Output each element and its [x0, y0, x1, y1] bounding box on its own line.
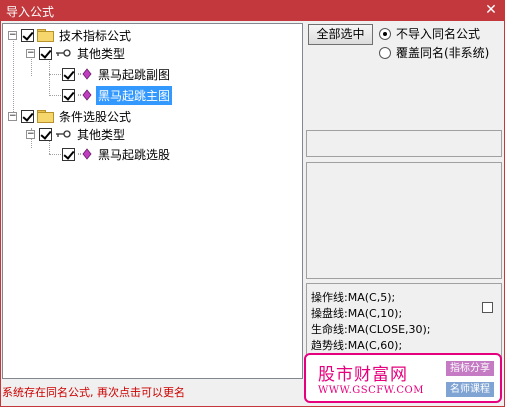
formula-gem-icon	[78, 68, 92, 80]
collapse-icon[interactable]: −	[8, 111, 17, 121]
watermark-tag: 指标分享	[446, 361, 494, 376]
tree-checkbox[interactable]	[62, 147, 75, 161]
tree-checkbox[interactable]	[39, 127, 52, 141]
tree-item-label: 其他类型	[77, 46, 126, 61]
tree-item-formula[interactable]: 黑马起跳选股	[62, 145, 172, 163]
tree-checkbox[interactable]	[21, 109, 34, 123]
tree-item-other-type[interactable]: − 其他类型	[26, 125, 127, 143]
tree-item-label: 其他类型	[77, 127, 126, 142]
radio-label: 不导入同名公式	[396, 27, 481, 41]
tree-item-label: 黑马起跳选股	[98, 147, 171, 162]
info-field	[306, 130, 502, 157]
radio-overwrite[interactable]: 覆盖同名(非系统)	[379, 44, 489, 61]
status-message: 系统存在同名公式, 再次点击可以更名	[2, 386, 185, 399]
tree-item-label: 黑马起跳副图	[98, 67, 171, 82]
tree-item-formula-selected[interactable]: 黑马起跳主图	[62, 85, 173, 105]
code-line: 生命线:MA(CLOSE,30);	[311, 323, 431, 336]
key-icon	[56, 130, 71, 138]
code-line: 操盘线:MA(C,10);	[311, 307, 403, 320]
tree-item-label: 条件选股公式	[59, 109, 132, 124]
tree-item-tech-indicator[interactable]: − 技术指标公式	[8, 26, 133, 44]
tree-item-formula[interactable]: 黑马起跳副图	[62, 65, 172, 83]
code-line: 趋势线:MA(C,60);	[311, 339, 403, 352]
folder-icon	[37, 110, 54, 123]
key-icon	[56, 49, 71, 57]
tree-item-other-type[interactable]: − 其他类型	[26, 44, 127, 62]
tree-connector	[49, 95, 61, 96]
tree-connector	[49, 154, 61, 155]
code-line: 操作线:MA(C,5);	[311, 291, 396, 304]
tree-item-condition-select[interactable]: − 条件选股公式	[8, 107, 133, 125]
tree-connector	[49, 74, 61, 75]
watermark-brand: 股市财富网	[318, 365, 408, 385]
description-panel	[306, 162, 502, 279]
close-icon[interactable]: ✕	[483, 1, 499, 19]
preview-checkbox[interactable]	[482, 302, 493, 313]
select-all-button[interactable]: 全部选中	[308, 24, 373, 45]
tree-checkbox[interactable]	[39, 46, 52, 60]
folder-icon	[37, 29, 54, 42]
collapse-icon[interactable]: −	[26, 48, 35, 58]
collapse-icon[interactable]: −	[8, 30, 17, 40]
formula-tree[interactable]: − 技术指标公式 − 其他类型 黑马起跳副图 黑马起跳主图 − 条件选股公式 −…	[2, 23, 303, 379]
radio-no-import[interactable]: 不导入同名公式	[379, 25, 480, 42]
radio-label: 覆盖同名(非系统)	[396, 46, 490, 60]
formula-gem-icon	[78, 89, 92, 101]
radio-button[interactable]	[379, 27, 391, 40]
tree-item-label: 黑马起跳主图	[96, 85, 173, 105]
collapse-icon[interactable]: −	[26, 129, 35, 139]
watermark-tag: 名师课程	[446, 382, 494, 397]
tree-item-label: 技术指标公式	[59, 28, 132, 43]
title-bar: 导入公式 ✕	[0, 0, 505, 21]
watermark-url: WWW.GSCFW.COM	[318, 385, 424, 396]
watermark-logo: 股市财富网 WWW.GSCFW.COM 指标分享 名师课程	[304, 353, 502, 403]
tree-checkbox[interactable]	[62, 67, 75, 81]
tree-checkbox[interactable]	[21, 28, 34, 42]
window-title: 导入公式	[6, 5, 55, 19]
tree-checkbox[interactable]	[62, 88, 75, 102]
radio-button[interactable]	[379, 46, 391, 59]
formula-gem-icon	[78, 148, 92, 160]
